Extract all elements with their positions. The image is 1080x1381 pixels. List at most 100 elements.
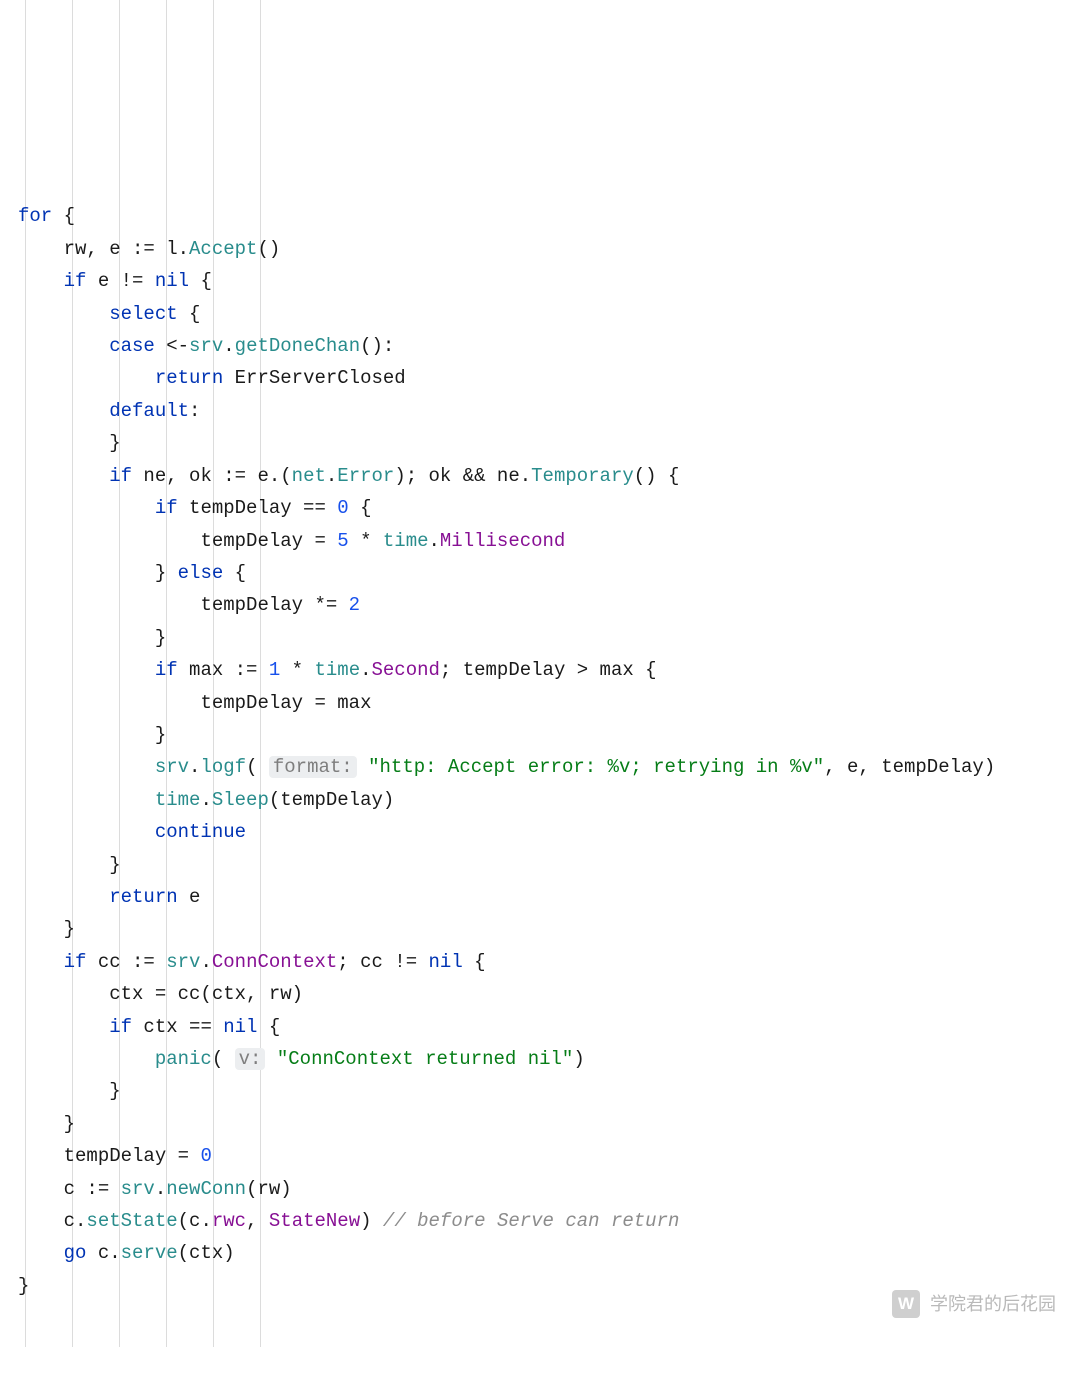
code-ident: srv [121,1178,155,1200]
code-text: (rw) [246,1178,292,1200]
code-text: c := [64,1178,121,1200]
code-text: ); ok && ne. [394,465,531,487]
code-string: "ConnContext returned nil" [277,1048,573,1070]
watermark-label: 学院君的后花园 [930,1288,1056,1320]
code-ident: srv [155,756,189,778]
code-number: 5 [337,530,348,552]
code-number: 0 [200,1145,211,1167]
code-text: max := [178,659,269,681]
code-text: tempDelay = max [200,692,371,714]
code-text: } [109,854,120,876]
code-number: 0 [337,497,348,519]
code-text: ; cc != [337,951,428,973]
code-text: c. [64,1210,87,1232]
code-text: tempDelay == [178,497,338,519]
code-text: . [200,951,211,973]
code-ident: setState [86,1210,177,1232]
code-text: tempDelay = [200,530,337,552]
code-ident: Sleep [212,789,269,811]
code-ident: srv [189,335,223,357]
keyword-nil: nil [223,1016,257,1038]
code-text: ErrServerClosed [223,367,405,389]
code-text: . [360,659,371,681]
code-ident: Error [337,465,394,487]
code-text: . [429,530,440,552]
code-number: 1 [269,659,280,681]
code-text: ctx == [132,1016,223,1038]
code-text: . [223,335,234,357]
code-ident: newConn [166,1178,246,1200]
code-text: ( [246,756,257,778]
code-text: (tempDelay) [269,789,394,811]
code-ident: StateNew [269,1210,360,1232]
code-text: * [280,659,314,681]
keyword-go: go [64,1242,87,1264]
code-text: (): [360,335,394,357]
code-text: . [200,789,211,811]
code-text [166,562,177,584]
param-hint: format: [269,756,357,778]
code-text: { [257,1016,280,1038]
watermark: W 学院君的后花园 [892,1288,1056,1320]
code-text: } [109,1080,120,1102]
code-ident: Temporary [531,465,634,487]
keyword-if: if [155,497,178,519]
code-text: : [189,400,200,422]
keyword-if: if [64,951,87,973]
code-text: { [223,562,246,584]
code-text: ne, ok := e.( [132,465,292,487]
wechat-icon: W [892,1290,920,1318]
code-ident: logf [200,756,246,778]
code-text: . [189,756,200,778]
code-text: cc := [86,951,166,973]
code-ident: time [314,659,360,681]
param-hint: v: [235,1048,266,1070]
code-text: , e, tempDelay) [824,756,995,778]
code-text: } [155,562,166,584]
code-ident: Accept [189,238,257,260]
code-text: e != [86,270,154,292]
code-content: for { rw, e := l.Accept() if e != nil { … [18,205,995,1296]
keyword-default: default [109,400,189,422]
code-ident: Second [372,659,440,681]
code-ident: rwc [212,1210,246,1232]
code-block: for { rw, e := l.Accept() if e != nil { … [0,0,1080,1347]
code-text: { [52,205,75,227]
code-text: . [155,1178,166,1200]
code-ident: srv [166,951,200,973]
code-text: tempDelay = [64,1145,201,1167]
code-ident: time [383,530,429,552]
code-text: ctx = cc(ctx, rw) [109,983,303,1005]
code-text: () [257,238,280,260]
code-text: ; tempDelay > max { [440,659,657,681]
keyword-return: return [109,886,177,908]
code-text [265,1048,276,1070]
code-text: , [246,1210,269,1232]
code-text: } [155,724,166,746]
code-text: } [155,627,166,649]
code-text: { [463,951,486,973]
code-text: (ctx) [178,1242,235,1264]
code-text: <- [155,335,189,357]
code-text: ) [360,1210,383,1232]
code-text: { [178,303,201,325]
code-ident: net [292,465,326,487]
keyword-if: if [109,1016,132,1038]
keyword-for: for [18,205,52,227]
keyword-continue: continue [155,821,246,843]
code-text: { [189,270,212,292]
code-text: tempDelay *= [200,594,348,616]
keyword-case: case [109,335,155,357]
code-text: } [64,1113,75,1135]
code-text [357,756,368,778]
code-ident: Millisecond [440,530,565,552]
code-text: (c. [178,1210,212,1232]
code-text: c. [86,1242,120,1264]
keyword-if: if [155,659,178,681]
code-text: e [178,886,201,908]
code-text: () { [634,465,680,487]
code-ident: serve [121,1242,178,1264]
keyword-return: return [155,367,223,389]
code-text: } [18,1275,29,1297]
keyword-if: if [64,270,87,292]
